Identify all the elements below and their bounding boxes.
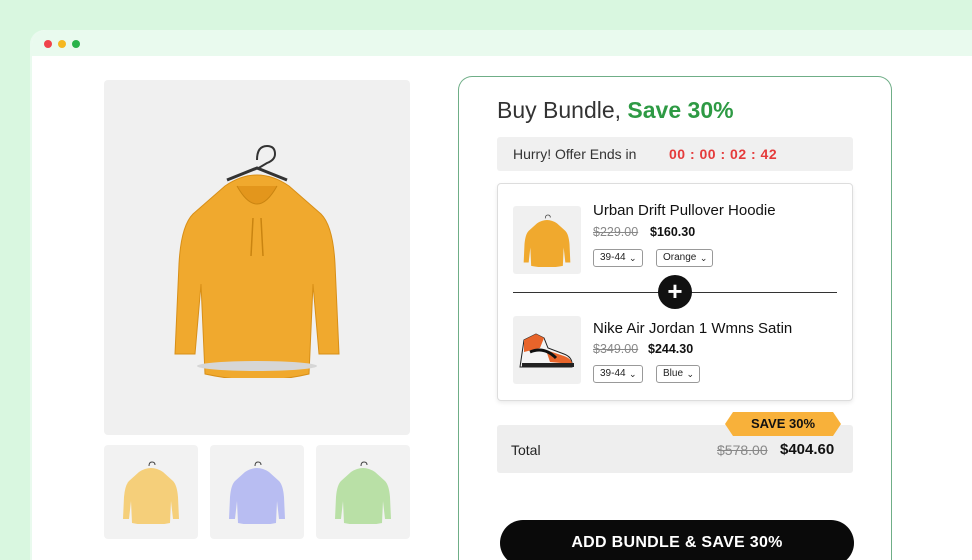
total-new-price: $404.60 [780, 441, 835, 458]
timer-label: Hurry! Offer Ends in [513, 146, 637, 162]
browser-window: Buy Bundle, Save 30% Hurry! Offer Ends i… [32, 30, 972, 560]
thumbnail-lavender[interactable] [210, 445, 304, 539]
add-bundle-button[interactable]: ADD BUNDLE & SAVE 30% [500, 520, 854, 560]
chevron-down-icon: ⌄ [686, 369, 695, 379]
color-select[interactable]: Orange ⌄ [656, 249, 714, 267]
title-bar [32, 30, 972, 56]
bundle-offer-panel: Buy Bundle, Save 30% Hurry! Offer Ends i… [458, 76, 892, 560]
color-select-value: Blue [663, 368, 684, 379]
chevron-down-icon: ⌄ [629, 369, 637, 379]
countdown-bar: Hurry! Offer Ends in 00 : 00 : 02 : 42 [497, 137, 853, 171]
size-select[interactable]: 39-44 ⌄ [593, 249, 643, 267]
bundle-title-highlight: Save 30% [627, 97, 734, 123]
size-select-value: 39-44 [600, 368, 626, 379]
orange-hoodie-icon [523, 214, 571, 267]
bundle-item-old-price: $349.00 [593, 342, 639, 356]
total-label: Total [511, 442, 541, 458]
green-hoodie-thumbnail [335, 461, 391, 524]
bundle-title: Buy Bundle, [497, 97, 622, 123]
bundle-item-image[interactable] [513, 316, 581, 384]
plus-icon: + [658, 275, 692, 309]
bundle-item-new-price: $160.30 [650, 225, 696, 239]
main-product-image[interactable] [104, 80, 410, 435]
bundle-item-old-price: $229.00 [593, 225, 639, 239]
size-select-value: 39-44 [600, 252, 626, 263]
save-badge: SAVE 30% [725, 412, 841, 436]
bundle-item-new-price: $244.30 [648, 342, 694, 356]
chevron-down-icon: ⌄ [629, 253, 637, 263]
bundle-heading: Buy Bundle, Save 30% [497, 97, 734, 124]
thumbnail-green[interactable] [316, 445, 410, 539]
countdown-timer: 00 : 00 : 02 : 42 [669, 146, 778, 162]
orange-hoodie-image [174, 144, 340, 378]
close-window-button[interactable] [44, 40, 52, 48]
thumbnail-yellow[interactable] [104, 445, 198, 539]
sneaker-icon [519, 333, 574, 368]
chevron-down-icon: ⌄ [699, 253, 708, 263]
total-old-price: $578.00 [717, 442, 768, 458]
bundle-item-name[interactable]: Nike Air Jordan 1 Wmns Satin [593, 320, 792, 337]
bundle-item-image[interactable] [513, 206, 581, 274]
bundle-item-name[interactable]: Urban Drift Pullover Hoodie [593, 202, 776, 219]
maximize-window-button[interactable] [72, 40, 80, 48]
color-select-value: Orange [663, 252, 697, 263]
minimize-window-button[interactable] [58, 40, 66, 48]
size-select[interactable]: 39-44 ⌄ [593, 365, 643, 383]
color-select[interactable]: Blue ⌄ [656, 365, 701, 383]
bundle-items-box: Urban Drift Pullover Hoodie $229.00 $160… [497, 183, 853, 401]
lavender-hoodie-thumbnail [229, 461, 285, 524]
yellow-hoodie-thumbnail [123, 461, 179, 524]
